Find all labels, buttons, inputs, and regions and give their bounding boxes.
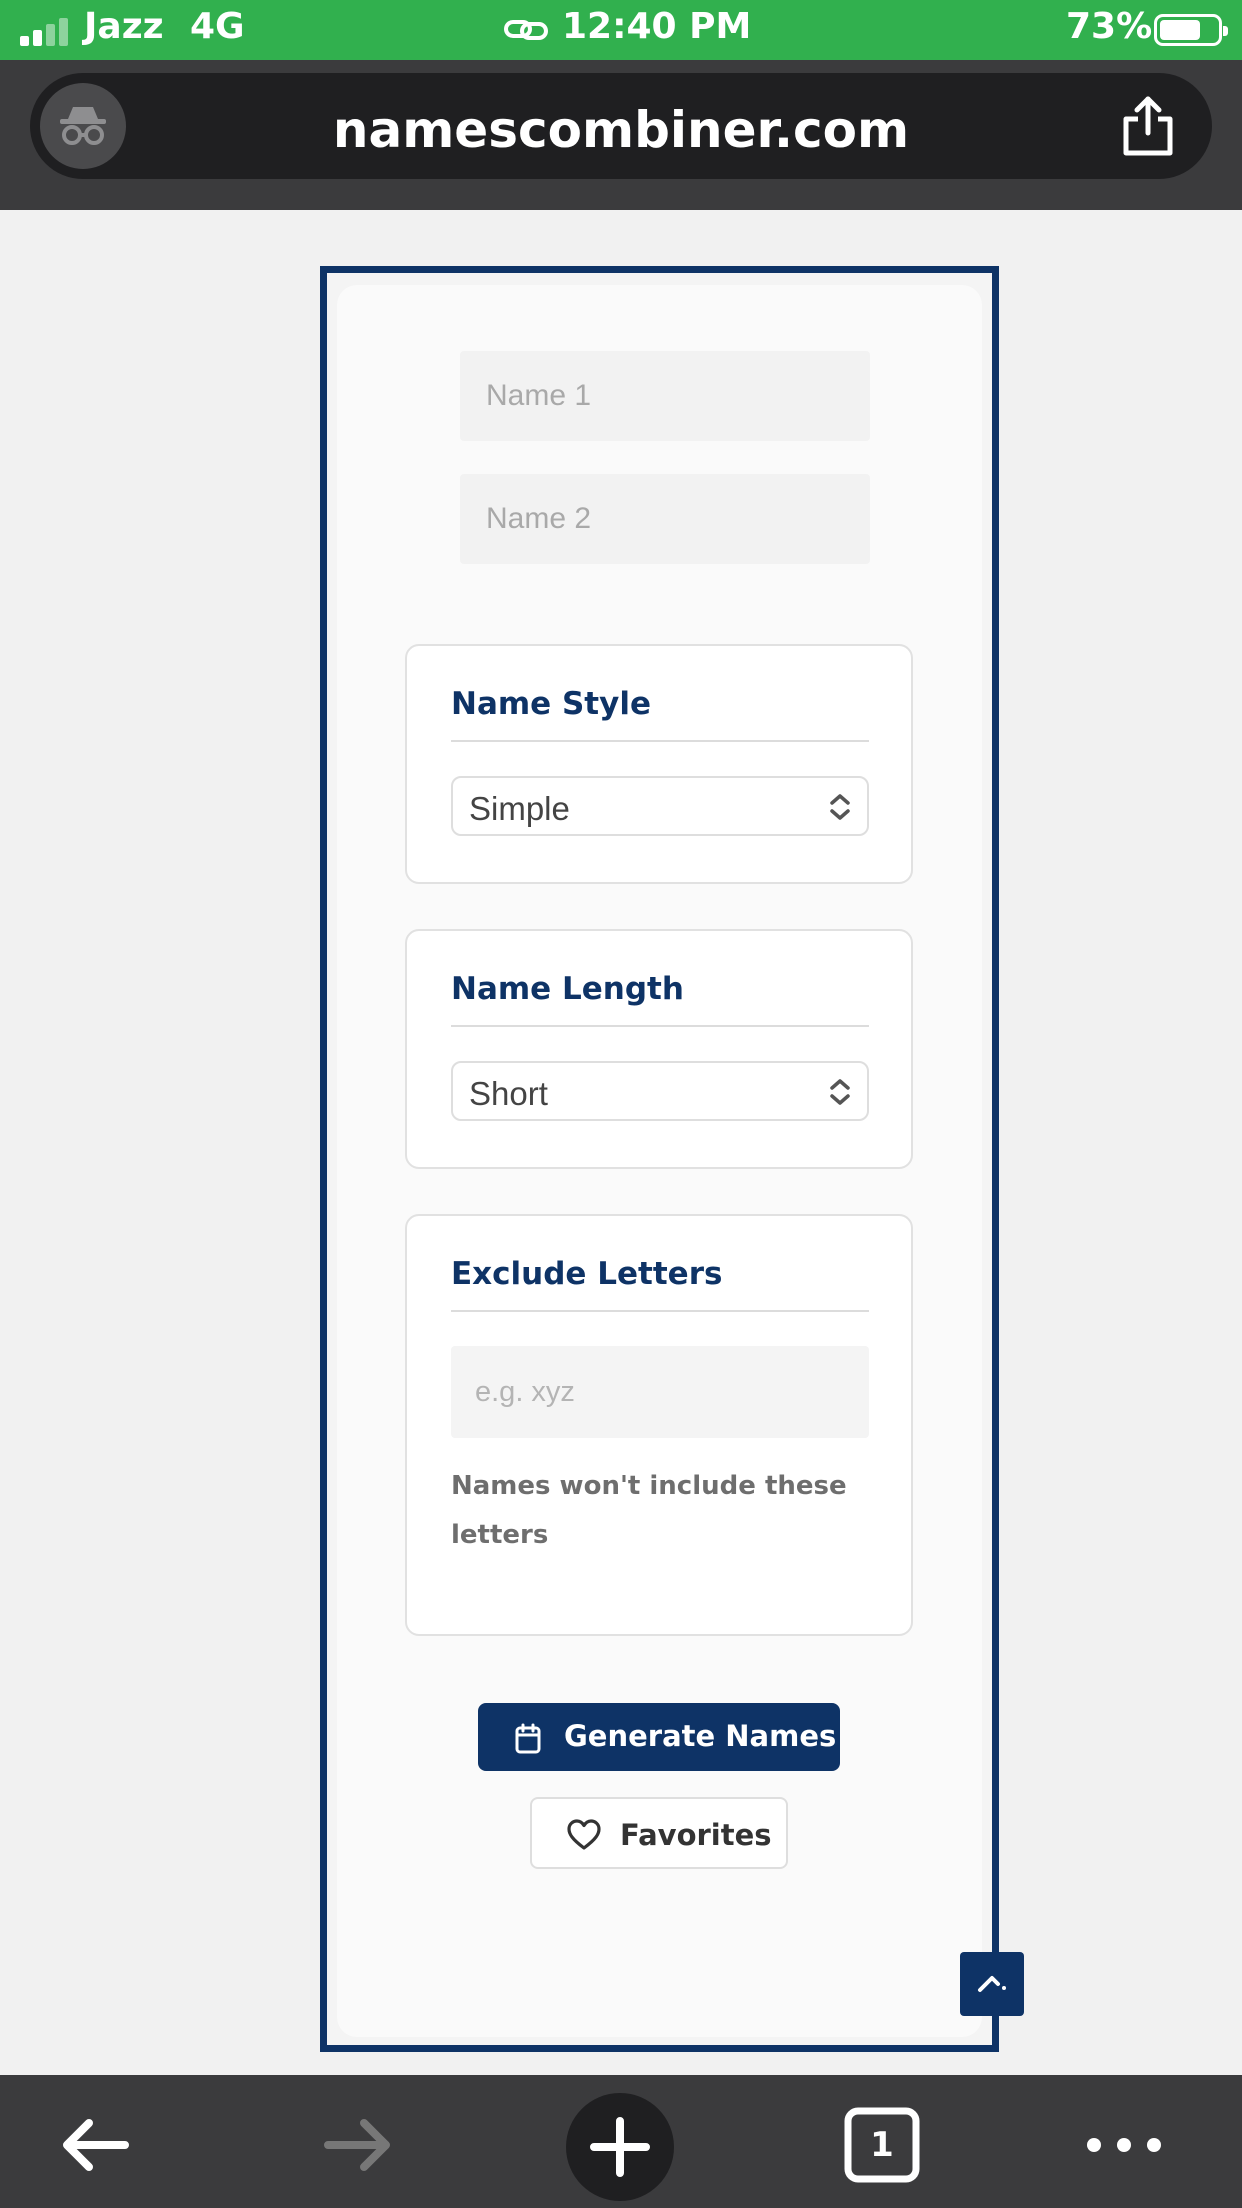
carrier-name: Jazz xyxy=(84,6,164,47)
battery-percent: 73% xyxy=(1066,6,1153,47)
name-length-section: Name Length Short xyxy=(405,929,913,1169)
clipboard-icon xyxy=(514,1722,542,1754)
link-icon xyxy=(504,16,548,44)
back-arrow-icon[interactable] xyxy=(55,2105,135,2185)
favorites-button[interactable]: Favorites xyxy=(530,1797,788,1869)
name-style-section: Name Style Simple xyxy=(405,644,913,884)
screen: Jazz 4G 12:40 PM 73% namescombiner.com N… xyxy=(0,0,1242,2208)
forward-arrow-icon[interactable] xyxy=(318,2105,398,2185)
address-bar[interactable]: namescombiner.com xyxy=(30,73,1212,179)
name-length-title: Name Length xyxy=(451,971,684,1007)
divider xyxy=(451,1025,869,1027)
exclude-letters-section: Exclude Letters Names won't include thes… xyxy=(405,1214,913,1636)
exclude-letters-title: Exclude Letters xyxy=(451,1256,723,1292)
tab-count: 1 xyxy=(870,2125,894,2165)
name-style-select[interactable]: Simple xyxy=(451,776,869,836)
favorites-label: Favorites xyxy=(620,1818,772,1852)
url-text[interactable]: namescombiner.com xyxy=(30,101,1212,159)
plus-icon xyxy=(590,2117,650,2177)
new-tab-button[interactable] xyxy=(566,2093,674,2201)
heart-icon xyxy=(566,1819,602,1851)
browser-header: namescombiner.com xyxy=(0,60,1242,210)
name-length-select[interactable]: Short xyxy=(451,1061,869,1121)
divider xyxy=(451,740,869,742)
generator-card: Name Style Simple Name Length Short xyxy=(337,285,1024,2037)
name-length-value: Short xyxy=(469,1075,548,1112)
more-icon[interactable] xyxy=(1084,2105,1164,2185)
chevron-up-icon xyxy=(978,1976,1006,1992)
generate-names-button[interactable]: Generate Names xyxy=(478,1703,840,1771)
name-style-title: Name Style xyxy=(451,686,651,722)
generate-names-label: Generate Names xyxy=(564,1719,837,1753)
network-type: 4G xyxy=(190,6,245,47)
share-icon[interactable] xyxy=(1118,95,1178,157)
scroll-to-top-button[interactable] xyxy=(960,1952,1024,2016)
exclude-letters-input[interactable] xyxy=(451,1346,869,1438)
exclude-letters-help: Names won't include these letters xyxy=(451,1471,847,1550)
divider xyxy=(451,1310,869,1312)
clock: 12:40 PM xyxy=(562,6,752,47)
chevron-up-down-icon xyxy=(827,792,853,822)
tabs-button[interactable]: 1 xyxy=(842,2105,922,2185)
chevron-up-down-icon xyxy=(827,1077,853,1107)
name-style-value: Simple xyxy=(469,790,570,827)
battery-icon xyxy=(1154,14,1228,46)
status-bar: Jazz 4G 12:40 PM 73% xyxy=(0,0,1242,60)
name1-input[interactable] xyxy=(460,351,870,441)
signal-icon xyxy=(20,16,72,46)
generator-frame: Name Style Simple Name Length Short xyxy=(320,266,1024,2052)
name2-input[interactable] xyxy=(460,474,870,564)
browser-toolbar: 1 xyxy=(0,2075,1242,2208)
